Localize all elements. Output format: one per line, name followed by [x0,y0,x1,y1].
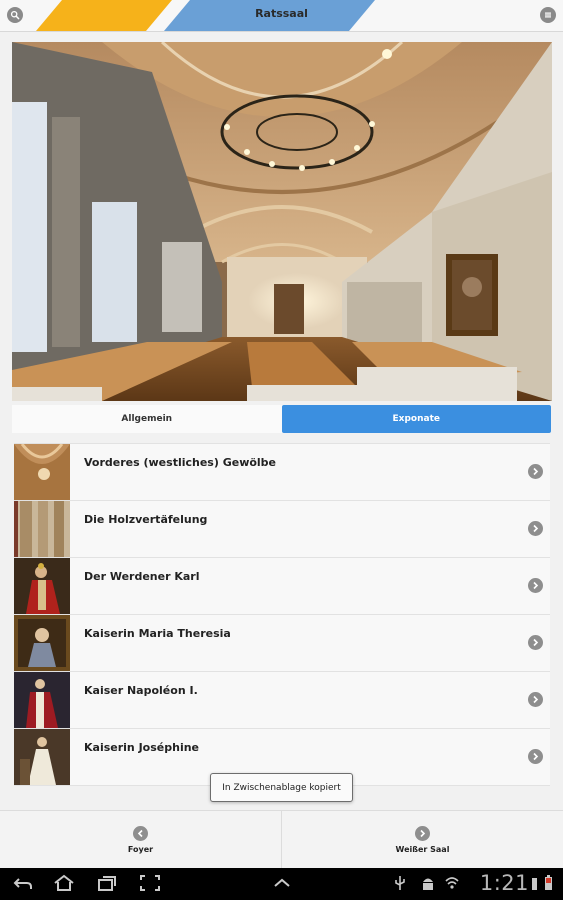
item-label: Vorderes (westliches) Gewölbe [84,456,277,469]
room-photo [12,42,552,401]
item-label: Die Holzvertäfelung [84,513,208,526]
arrow-right-icon [415,826,430,841]
paneling-image [14,501,70,557]
josephine-portrait [14,729,70,785]
battery-icon [545,875,552,890]
chevron-right-icon [528,692,543,707]
android-icon [423,878,433,890]
karl-portrait [14,558,70,614]
list-item[interactable]: Der Werdener Karl [14,558,550,615]
zoom-button[interactable] [7,7,23,23]
napoleon-portrait [14,672,70,728]
bottom-navigation: Foyer Weißer Saal [0,810,563,869]
next-room-label: Weißer Saal [395,845,450,854]
arrow-left-icon [133,826,148,841]
page-title: Ratssaal [255,7,308,20]
chevron-right-icon [528,749,543,764]
clipboard-toast: In Zwischenablage kopiert [210,773,353,802]
clock: 1:21 [479,871,529,895]
menu-icon [545,12,551,18]
list-item[interactable]: Die Holzvertäfelung [14,501,550,558]
item-label: Kaiserin Maria Theresia [84,627,231,640]
item-label: Kaiserin Joséphine [84,741,200,754]
ceiling-image [14,444,70,500]
chevron-right-icon [528,635,543,650]
list-item[interactable]: Kaiserin Maria Theresia [14,615,550,672]
signal-icon [532,878,537,890]
chevron-right-icon [528,578,543,593]
maria-theresia-portrait [14,615,70,671]
chevron-up-icon[interactable] [271,874,293,892]
title-bar: Ratssaal [0,0,563,32]
tab-bar: Allgemein Exponate [12,405,551,433]
exhibit-list: Vorderes (westliches) Gewölbe Die Holzve… [14,443,550,786]
prev-room-label: Foyer [127,845,154,854]
next-room-button[interactable]: Weißer Saal [281,811,563,869]
system-bar: 1:21 [0,868,563,900]
usb-icon [395,876,405,890]
tab-exponate[interactable]: Exponate [281,405,551,433]
back-icon[interactable] [12,874,34,892]
item-label: Kaiser Napoléon I. [84,684,198,697]
item-label: Der Werdener Karl [84,570,200,583]
chevron-right-icon [528,521,543,536]
chevron-right-icon [528,464,543,479]
screenshot-icon[interactable] [139,874,161,892]
tab-allgemein[interactable]: Allgemein [12,405,282,433]
list-item[interactable]: Kaiser Napoléon I. [14,672,550,729]
menu-button[interactable] [540,7,556,23]
zoom-icon [10,10,20,20]
prev-room-button[interactable]: Foyer [0,811,281,869]
wifi-icon [445,877,459,889]
recent-apps-icon[interactable] [96,874,118,892]
home-icon[interactable] [53,874,75,892]
list-item[interactable]: Vorderes (westliches) Gewölbe [14,444,550,501]
